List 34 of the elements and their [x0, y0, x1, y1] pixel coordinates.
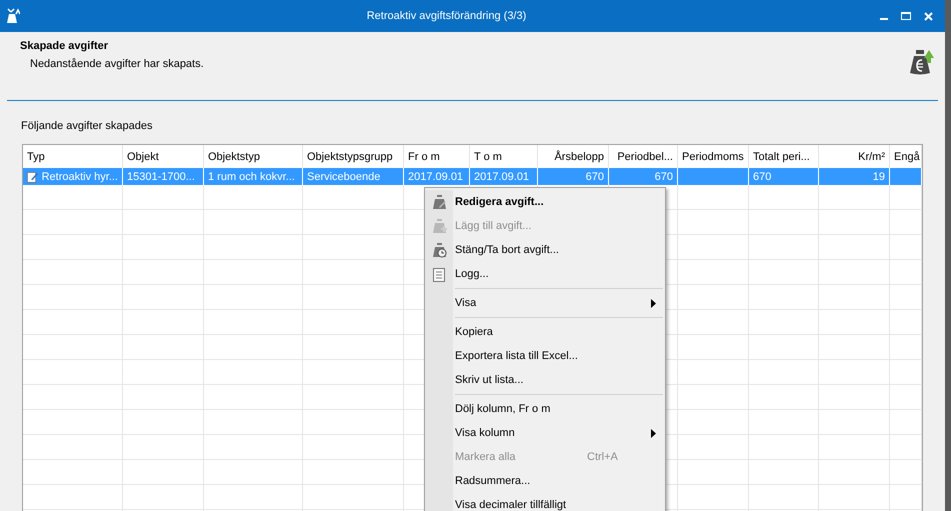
menu-item[interactable]: Stäng/Ta bort avgift...: [425, 238, 665, 262]
cell-text: Serviceboende: [307, 170, 380, 182]
menu-item[interactable]: Redigera avgift...: [425, 190, 665, 214]
cell-text: 2017.09.01: [408, 170, 464, 182]
cell-text: 15301-1700...: [127, 170, 195, 182]
bag-clock-icon: [431, 242, 447, 258]
bag-plus-icon: [431, 218, 447, 234]
cell-text: 670: [753, 170, 772, 182]
cell-text: Retroaktiv hyr...: [42, 170, 118, 182]
menu-item[interactable]: Skriv ut lista...: [425, 368, 665, 392]
menu-item[interactable]: Dölj kolumn, Fr o m: [425, 397, 665, 421]
menu-item[interactable]: Visa kolumn: [425, 421, 665, 445]
cell-text: 1 rum och kokvr...: [208, 170, 295, 182]
header-title: Skapade avgifter: [20, 40, 110, 52]
section-label: Följande avgifter skapades: [21, 120, 154, 132]
submenu-arrow-icon: [651, 428, 656, 438]
notepad-icon: [432, 266, 446, 282]
menu-item[interactable]: Visa: [425, 291, 665, 315]
window-title: Retroaktiv avgiftsförändring (3/3): [366, 10, 528, 22]
bag-pen-icon: [431, 194, 447, 210]
cell-text: 670: [586, 170, 604, 182]
submenu-arrow-icon: [651, 298, 656, 308]
menu-item[interactable]: Visa decimaler tillfälligt: [425, 493, 665, 511]
cell-text: 19: [872, 170, 885, 182]
maximize-icon[interactable]: [901, 12, 911, 20]
cell-text: 670: [654, 170, 673, 182]
header-subtitle: Nedanstående avgifter har skapats.: [29, 58, 205, 70]
close-icon[interactable]: [924, 12, 932, 20]
menu-item[interactable]: Kopiera: [425, 320, 665, 344]
menu-item[interactable]: Exportera lista till Excel...: [425, 344, 665, 368]
menu-item[interactable]: Radsummera...: [425, 469, 665, 493]
menu-item[interactable]: Logg...: [425, 262, 665, 286]
cell-text: 2017.09.01: [474, 170, 530, 182]
app-icon: [6, 8, 20, 24]
